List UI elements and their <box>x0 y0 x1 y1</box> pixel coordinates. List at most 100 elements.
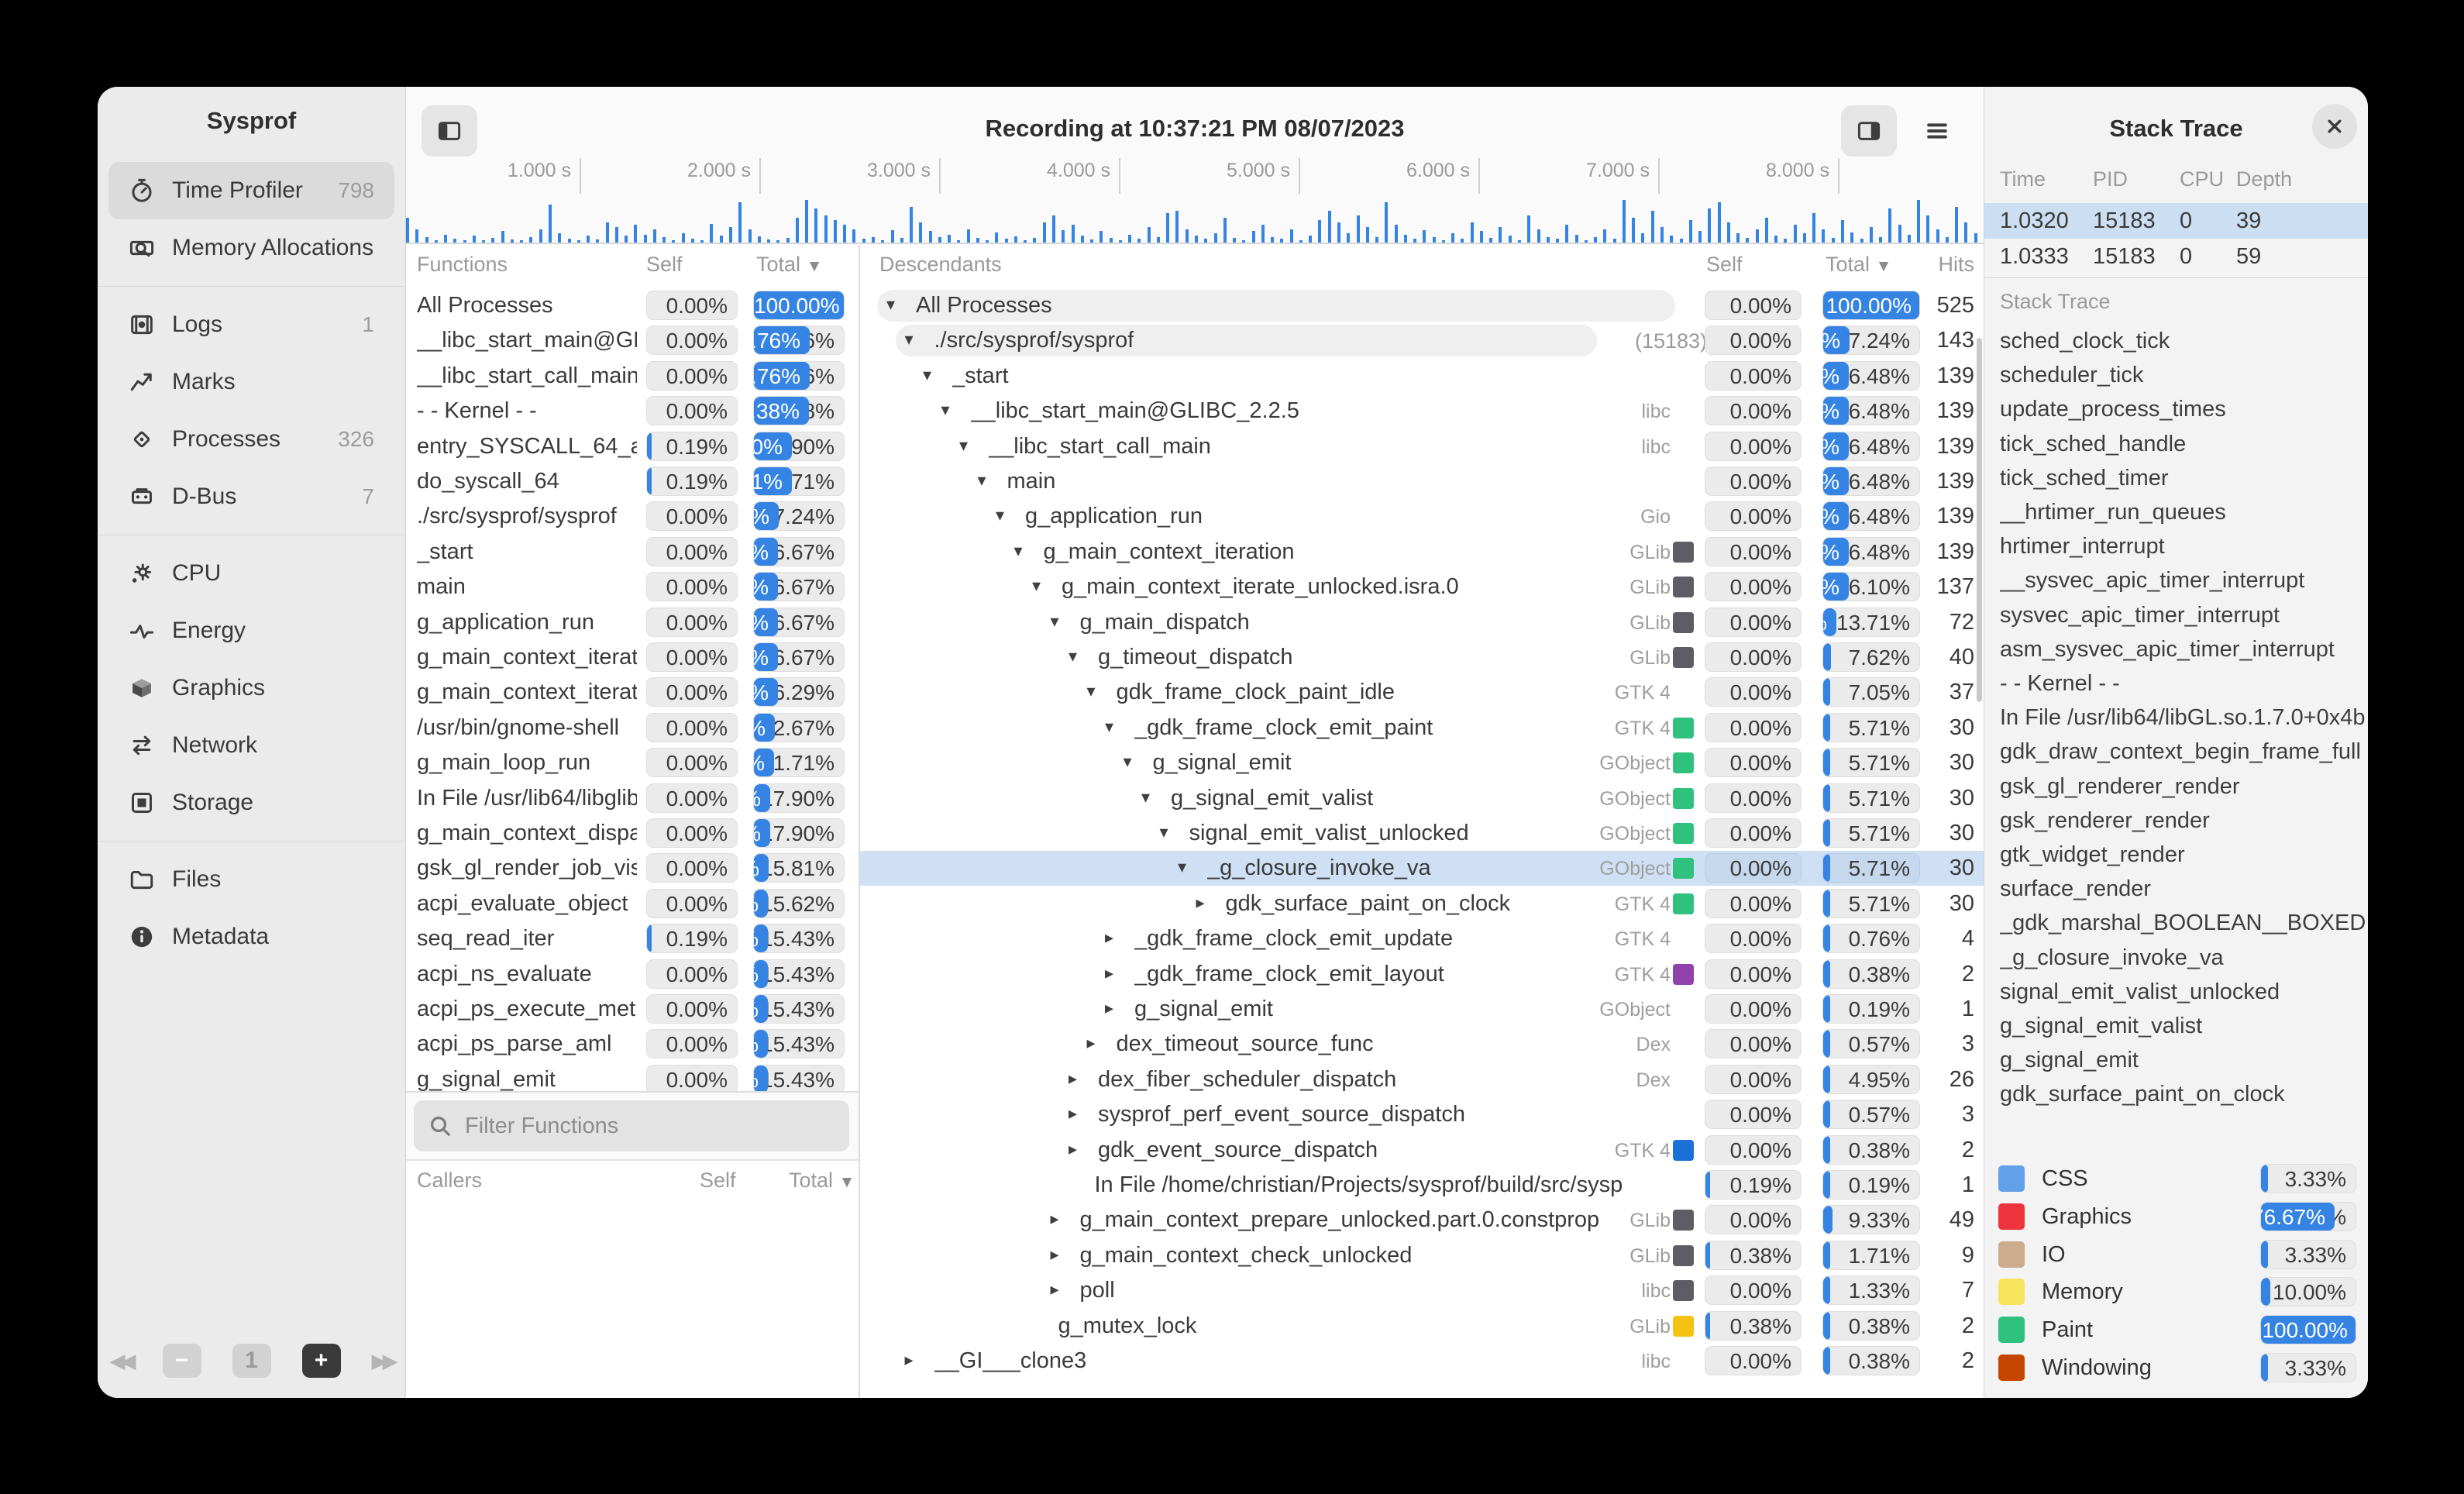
panel-toggle-button[interactable] <box>1841 105 1897 157</box>
function-row[interactable]: entry_SYSCALL_64_after_hwframe0.19%0.19%… <box>406 429 859 464</box>
function-row[interactable]: g_main_context_iterate_unlocked.isra.00.… <box>406 675 859 710</box>
function-row[interactable]: acpi_ns_evaluate0.00%15.43%15.43% <box>406 957 859 992</box>
functions-column-header[interactable]: Functions <box>417 253 508 277</box>
tree-row[interactable]: ▾__libc_start_call_mainlibc0.00%26.48%26… <box>860 429 1984 464</box>
collapse-icon[interactable]: ▾ <box>941 400 950 420</box>
function-row[interactable]: gsk_gl_render_job_visit_node0.00%15.81%1… <box>406 851 859 886</box>
tree-row[interactable]: ▸g_main_context_check_unlockedGLib0.38%0… <box>860 1238 1984 1273</box>
collapse-icon[interactable]: ▾ <box>1124 752 1132 772</box>
sidebar-item-marks[interactable]: Marks <box>108 353 394 411</box>
expand-icon[interactable]: ▸ <box>1105 928 1113 948</box>
tree-row[interactable]: ▸g_signal_emitGObject0.00%0.19%0.19%1 <box>860 992 1984 1027</box>
total-column-header[interactable]: Total ▼ <box>756 253 822 277</box>
tree-row[interactable]: ▾g_application_runGio0.00%26.48%26.48%13… <box>860 499 1984 534</box>
self-column-header[interactable]: Self <box>646 253 724 277</box>
collapse-icon[interactable]: ▾ <box>905 329 914 349</box>
close-button[interactable] <box>2312 104 2357 149</box>
collapse-icon[interactable]: ▾ <box>1032 576 1041 596</box>
history-back-button[interactable]: ◀◀ <box>110 1349 132 1373</box>
tree-row[interactable]: ▸g_main_context_prepare_unlocked.part.0.… <box>860 1203 1984 1238</box>
tree-row[interactable]: ▾g_main_dispatchGLib0.00%13.71%13.71%72 <box>860 605 1984 640</box>
expand-icon[interactable]: ▸ <box>1087 1033 1096 1053</box>
sidebar-item-memory-allocations[interactable]: Memory Allocations <box>108 219 394 277</box>
tree-row[interactable]: ▸polllibc0.00%1.33%1.33%7 <box>860 1273 1984 1308</box>
tree-row[interactable]: ▾main0.00%26.48%26.48%139 <box>860 464 1984 499</box>
sidebar-item-d-bus[interactable]: D-Bus7 <box>108 468 394 525</box>
sample-row[interactable]: 1.032015183039 <box>1984 203 2368 239</box>
function-row[interactable]: ./src/sysprof/sysprof0.00%27.24%27.24% <box>406 499 859 534</box>
function-row[interactable]: - - Kernel - -0.00%60.38%60.38% <box>406 394 859 429</box>
collapse-icon[interactable]: ▾ <box>1014 541 1023 561</box>
sidebar-item-logs[interactable]: Logs1 <box>108 296 394 353</box>
filter-functions-box[interactable] <box>414 1100 849 1151</box>
expand-icon[interactable]: ▸ <box>1105 963 1113 983</box>
sidebar-item-graphics[interactable]: Graphics <box>108 659 394 717</box>
tree-row[interactable]: ▸gdk_surface_paint_on_clockGTK 40.00%5.7… <box>860 886 1984 921</box>
collapse-icon[interactable]: ▾ <box>886 294 895 315</box>
callers-column-header[interactable]: Callers <box>417 1169 482 1193</box>
filter-functions-input[interactable] <box>463 1113 849 1140</box>
tree-row[interactable]: ▸dex_fiber_scheduler_dispatchDex0.00%4.9… <box>860 1062 1984 1097</box>
tree-row[interactable]: ▾g_signal_emitGObject0.00%5.71%5.71%30 <box>860 745 1984 780</box>
zoom-in-button[interactable]: + <box>302 1344 341 1378</box>
function-row[interactable]: All Processes0.00%100.00%100.00% <box>406 288 859 323</box>
collapse-icon[interactable]: ▾ <box>996 505 1004 525</box>
callers-total-header[interactable]: Total ▼ <box>789 1169 855 1193</box>
function-row[interactable]: seq_read_iter0.19%0.19%15.43%15.43% <box>406 921 859 956</box>
tree-row[interactable]: ▾_gdk_frame_clock_emit_paintGTK 40.00%5.… <box>860 711 1984 745</box>
descendants-self-header[interactable]: Self <box>1706 253 1743 277</box>
expand-icon[interactable]: ▸ <box>1069 1069 1077 1089</box>
collapse-icon[interactable]: ▾ <box>978 470 986 491</box>
function-row[interactable]: /usr/bin/gnome-shell0.00%22.67%22.67% <box>406 711 859 745</box>
menu-button[interactable] <box>1909 105 1965 157</box>
expand-icon[interactable]: ▸ <box>1069 1103 1077 1124</box>
expand-icon[interactable]: ▸ <box>1105 998 1113 1018</box>
expand-icon[interactable]: ▸ <box>1196 893 1205 913</box>
function-row[interactable]: g_main_loop_run0.00%21.71%21.71% <box>406 745 859 780</box>
collapse-icon[interactable]: ▾ <box>1160 822 1168 842</box>
function-row[interactable]: acpi_ps_execute_method0.00%15.43%15.43% <box>406 992 859 1027</box>
cpu-activity-chart[interactable] <box>406 195 1984 244</box>
tree-row[interactable]: ▾All Processes0.00%100.00%100.00%525 <box>860 288 1984 323</box>
function-row[interactable]: do_syscall_640.19%0.19%41.71%41.71% <box>406 464 859 499</box>
tree-row[interactable]: ▾signal_emit_valist_unlockedGObject0.00%… <box>860 816 1984 851</box>
tree-row[interactable]: ▾g_main_context_iterationGLib0.00%26.48%… <box>860 535 1984 570</box>
expand-icon[interactable]: ▸ <box>1051 1209 1059 1229</box>
expand-icon[interactable]: ▸ <box>1069 1139 1077 1159</box>
descendants-column-header[interactable]: Descendants <box>879 253 1002 277</box>
collapse-icon[interactable]: ▾ <box>1069 646 1077 666</box>
tree-row[interactable]: ▾./src/sysprof/sysprof(15183)0.00%27.24%… <box>860 323 1984 358</box>
collapse-icon[interactable]: ▾ <box>1105 717 1113 737</box>
tree-row[interactable]: ▸sysprof_perf_event_source_dispatch0.00%… <box>860 1097 1984 1132</box>
tree-row[interactable]: ▸dex_timeout_source_funcDex0.00%0.57%0.5… <box>860 1027 1984 1062</box>
tree-row[interactable]: g_mutex_lockGLib0.38%0.38%0.38%0.38%2 <box>860 1309 1984 1344</box>
tree-row[interactable]: ▾g_signal_emit_valistGObject0.00%5.71%5.… <box>860 781 1984 816</box>
sidebar-item-energy[interactable]: Energy <box>108 602 394 659</box>
pid-column-header[interactable]: PID <box>2093 167 2128 191</box>
descendants-hits-header[interactable]: Hits <box>1922 253 1974 277</box>
expand-icon[interactable]: ▸ <box>1051 1279 1059 1300</box>
callers-self-header[interactable]: Self <box>700 1169 736 1193</box>
function-row[interactable]: acpi_evaluate_object0.00%15.62%15.62% <box>406 886 859 921</box>
collapse-icon[interactable]: ▾ <box>1087 681 1096 701</box>
zoom-out-button[interactable]: − <box>163 1344 201 1378</box>
function-row[interactable]: __libc_start_call_main0.00%60.76%60.76% <box>406 359 859 394</box>
sidebar-item-cpu[interactable]: CPU <box>108 545 394 602</box>
tree-row[interactable]: In File /home/christian/Projects/sysprof… <box>860 1168 1984 1203</box>
tree-row[interactable]: ▸_gdk_frame_clock_emit_layoutGTK 40.00%0… <box>860 957 1984 992</box>
collapse-icon[interactable]: ▾ <box>1178 857 1186 877</box>
depth-column-header[interactable]: Depth <box>2236 167 2292 191</box>
sidebar-item-time-profiler[interactable]: Time Profiler798 <box>108 162 394 219</box>
sample-row[interactable]: 1.033315183059 <box>1984 239 2368 274</box>
tree-row[interactable]: ▸_gdk_frame_clock_emit_updateGTK 40.00%0… <box>860 921 1984 956</box>
expand-icon[interactable]: ▸ <box>905 1350 914 1370</box>
tree-row[interactable]: ▾__libc_start_main@GLIBC_2.2.5libc0.00%2… <box>860 394 1984 429</box>
sidebar-item-metadata[interactable]: Metadata <box>108 908 394 966</box>
sidebar-item-network[interactable]: Network <box>108 717 394 774</box>
scrollbar[interactable] <box>1977 338 1982 702</box>
function-row[interactable]: g_main_context_iteration0.00%26.67%26.67… <box>406 640 859 675</box>
sidebar-item-storage[interactable]: Storage <box>108 774 394 831</box>
collapse-icon[interactable]: ▾ <box>923 365 931 385</box>
tree-row[interactable]: ▸gdk_event_source_dispatchGTK 40.00%0.38… <box>860 1133 1984 1168</box>
tree-row[interactable]: ▾_start0.00%26.48%26.48%139 <box>860 359 1984 394</box>
